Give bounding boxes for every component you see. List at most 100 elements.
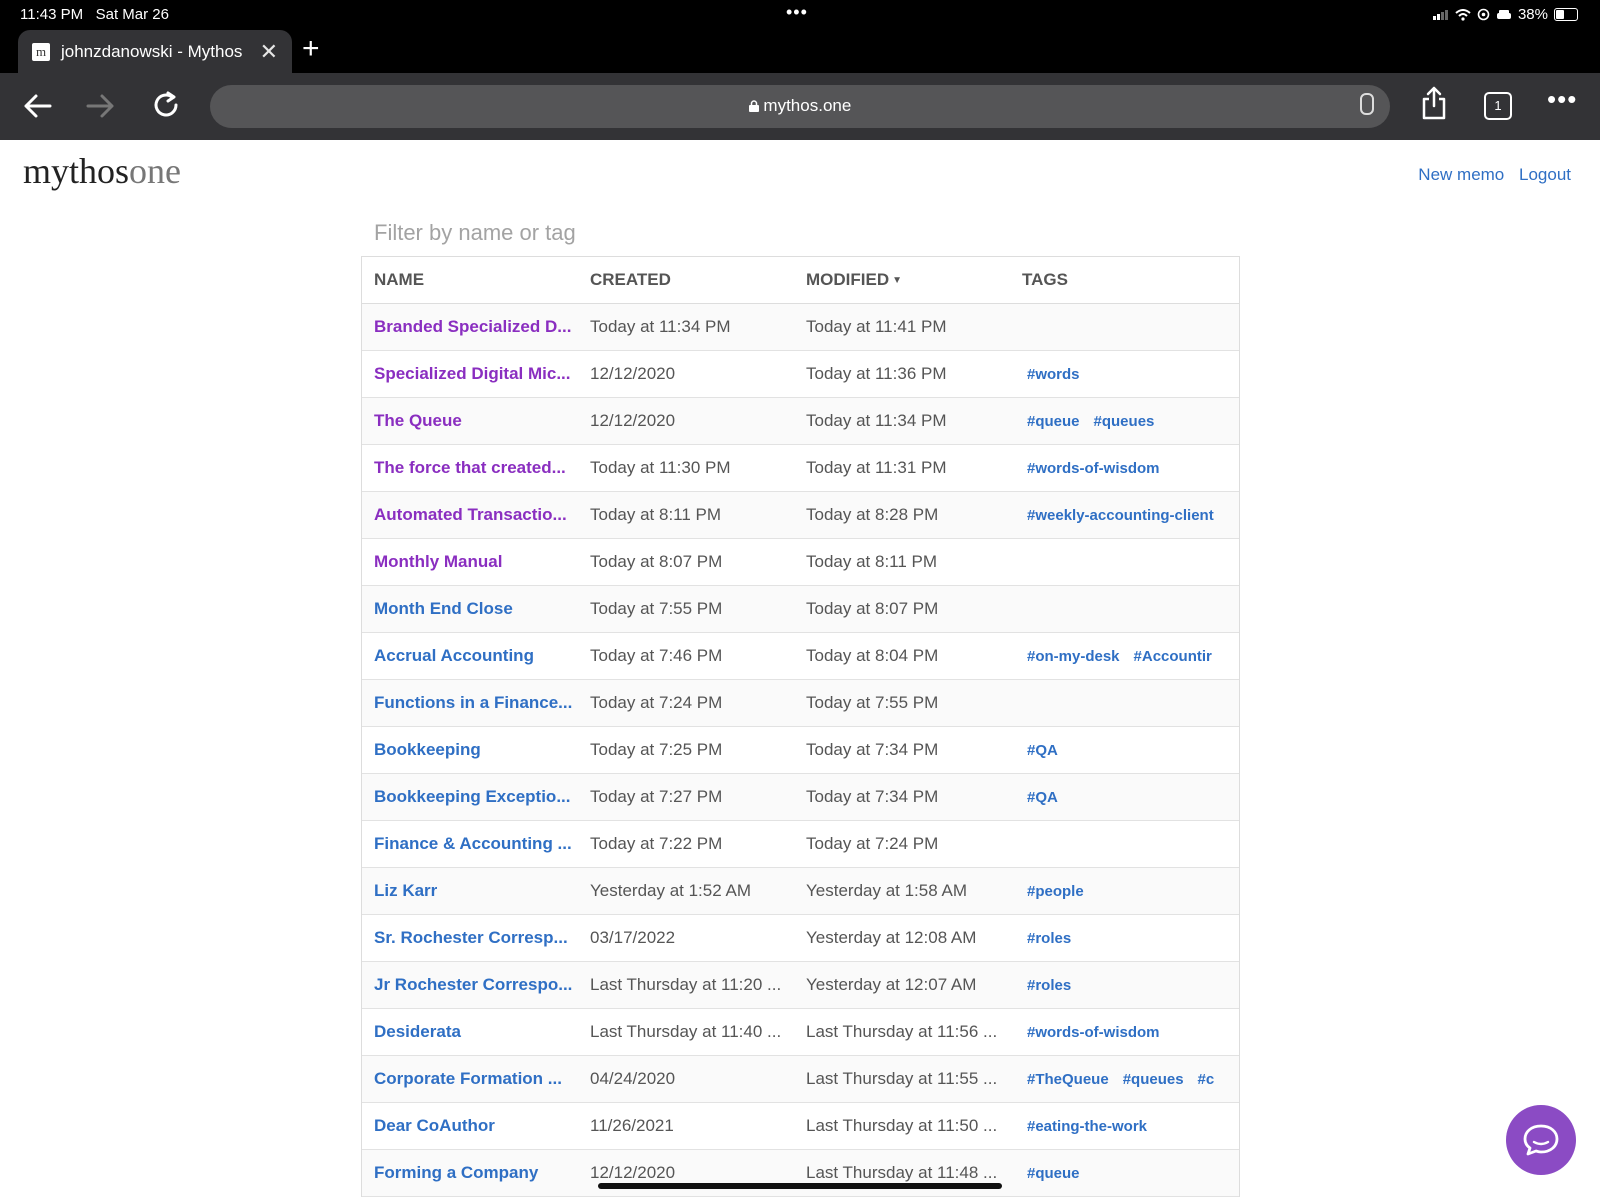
url-display[interactable]: mythos.one: [210, 96, 1390, 116]
cell-name: The Queue: [362, 411, 578, 431]
table-row[interactable]: Branded Specialized D... Today at 11:34 P…: [362, 304, 1239, 351]
chat-button[interactable]: [1506, 1105, 1576, 1175]
memo-name-link[interactable]: Jr Rochester Correspo...: [374, 975, 578, 995]
microphone-icon[interactable]: [1360, 93, 1374, 115]
mythos-logo[interactable]: mythosone: [23, 150, 181, 192]
table-row[interactable]: Month End Close Today at 7:55 PM Today at …: [362, 586, 1239, 633]
table-row[interactable]: Sr. Rochester Corresp... 03/17/2022 Yester…: [362, 915, 1239, 962]
tag-link[interactable]: #queue: [1027, 413, 1080, 430]
table-row[interactable]: Desiderata Last Thursday at 11:40 ... Last…: [362, 1009, 1239, 1056]
memo-name-link[interactable]: Branded Specialized D...: [374, 317, 578, 337]
memo-name-link[interactable]: Forming a Company: [374, 1163, 578, 1183]
tag-link[interactable]: #queues: [1094, 413, 1155, 430]
header-created[interactable]: CREATED: [578, 270, 794, 290]
memo-name-link[interactable]: The Queue: [374, 411, 578, 431]
cell-name: Dear CoAuthor: [362, 1116, 578, 1136]
cell-modified: Last Thursday at 11:50 ...: [806, 1116, 998, 1135]
tag-link[interactable]: #words-of-wisdom: [1027, 1024, 1160, 1041]
location-lock-icon: [1477, 8, 1490, 21]
table-row[interactable]: Jr Rochester Correspo... Last Thursday at…: [362, 962, 1239, 1009]
cell-name: Bookkeeping Exceptio...: [362, 787, 578, 807]
cell-created: 04/24/2020: [590, 1069, 676, 1088]
cell-tags: #people: [1010, 883, 1239, 900]
header-modified[interactable]: MODIFIED ▼: [794, 270, 1010, 290]
cell-name: Corporate Formation ...: [362, 1069, 578, 1089]
tag-link[interactable]: #Accountir: [1134, 648, 1212, 665]
cell-name: Desiderata: [362, 1022, 578, 1042]
cell-modified: Today at 7:34 PM: [806, 740, 939, 759]
tag-link[interactable]: #words: [1027, 366, 1080, 383]
tag-link[interactable]: #roles: [1027, 930, 1071, 947]
tag-link[interactable]: #eating-the-work: [1027, 1118, 1147, 1135]
table-row[interactable]: The Queue 12/12/2020 Today at 11:34 PM #que…: [362, 398, 1239, 445]
memo-name-link[interactable]: Monthly Manual: [374, 552, 578, 572]
table-row[interactable]: Functions in a Finance... Today at 7:24 P…: [362, 680, 1239, 727]
forward-arrow-icon[interactable]: [86, 93, 116, 119]
table-row[interactable]: Forming a Company 12/12/2020 Last Thursday…: [362, 1150, 1239, 1197]
table-row[interactable]: Finance & Accounting ... Today at 7:22 PM…: [362, 821, 1239, 868]
new-tab-icon[interactable]: +: [302, 32, 320, 66]
memo-name-link[interactable]: Corporate Formation ...: [374, 1069, 578, 1089]
cell-name: Sr. Rochester Corresp...: [362, 928, 578, 948]
cell-name: Jr Rochester Correspo...: [362, 975, 578, 995]
tag-link[interactable]: #QA: [1027, 789, 1058, 806]
cell-created: Yesterday at 1:52 AM: [590, 881, 751, 900]
memo-name-link[interactable]: Accrual Accounting: [374, 646, 578, 666]
cell-name: Monthly Manual: [362, 552, 578, 572]
tag-link[interactable]: #TheQueue: [1027, 1071, 1109, 1088]
logout-link[interactable]: Logout: [1519, 165, 1571, 184]
cell-name: Accrual Accounting: [362, 646, 578, 666]
filter-input[interactable]: [374, 220, 874, 246]
tag-link[interactable]: #weekly-accounting-client: [1027, 507, 1214, 524]
back-arrow-icon[interactable]: [22, 93, 52, 119]
memo-name-link[interactable]: The force that created...: [374, 458, 578, 478]
table-row[interactable]: Bookkeeping Exceptio... Today at 7:27 PM T…: [362, 774, 1239, 821]
memo-name-link[interactable]: Functions in a Finance...: [374, 693, 578, 713]
memo-name-link[interactable]: Desiderata: [374, 1022, 578, 1042]
header-name[interactable]: NAME: [362, 270, 578, 290]
table-row[interactable]: Corporate Formation ... 04/24/2020 Last Th…: [362, 1056, 1239, 1103]
tag-link[interactable]: #queues: [1123, 1071, 1184, 1088]
memo-name-link[interactable]: Specialized Digital Mic...: [374, 364, 578, 384]
tag-link[interactable]: #queue: [1027, 1165, 1080, 1182]
table-row[interactable]: Automated Transactio... Today at 8:11 PM T…: [362, 492, 1239, 539]
table-row[interactable]: Accrual Accounting Today at 7:46 PM Today …: [362, 633, 1239, 680]
memo-name-link[interactable]: Finance & Accounting ...: [374, 834, 578, 854]
table-row[interactable]: Dear CoAuthor 11/26/2021 Last Thursday at …: [362, 1103, 1239, 1150]
cell-name: Specialized Digital Mic...: [362, 364, 578, 384]
share-icon[interactable]: [1420, 86, 1448, 120]
tag-link[interactable]: #people: [1027, 883, 1084, 900]
tag-link[interactable]: #c: [1198, 1071, 1215, 1088]
tag-link[interactable]: #words-of-wisdom: [1027, 460, 1160, 477]
tag-link[interactable]: #roles: [1027, 977, 1071, 994]
tag-link[interactable]: #QA: [1027, 742, 1058, 759]
cell-tags: #on-my-desk #Accountir: [1010, 648, 1239, 665]
browser-tab[interactable]: m johnzdanowski - Mythos ✕: [18, 30, 292, 73]
memo-name-link[interactable]: Sr. Rochester Corresp...: [374, 928, 578, 948]
tabs-icon[interactable]: 1: [1484, 92, 1512, 120]
reload-icon[interactable]: [152, 90, 182, 120]
memo-name-link[interactable]: Dear CoAuthor: [374, 1116, 578, 1136]
tag-link[interactable]: #on-my-desk: [1027, 648, 1120, 665]
table-row[interactable]: Specialized Digital Mic... 12/12/2020 Toda…: [362, 351, 1239, 398]
table-row[interactable]: Monthly Manual Today at 8:07 PM Today at 8…: [362, 539, 1239, 586]
cell-created: Last Thursday at 11:40 ...: [590, 1022, 782, 1041]
site-favicon-icon: m: [32, 42, 50, 61]
table-row[interactable]: Bookkeeping Today at 7:25 PM Today at 7:34…: [362, 727, 1239, 774]
cell-created: Today at 11:30 PM: [590, 458, 731, 477]
memo-name-link[interactable]: Bookkeeping Exceptio...: [374, 787, 578, 807]
multitasking-dots-icon[interactable]: •••: [786, 2, 808, 23]
memo-name-link[interactable]: Bookkeeping: [374, 740, 578, 760]
new-memo-link[interactable]: New memo: [1418, 165, 1504, 184]
table-row[interactable]: Liz Karr Yesterday at 1:52 AM Yesterday at…: [362, 868, 1239, 915]
more-icon[interactable]: •••: [1547, 84, 1577, 115]
cell-created: Today at 8:07 PM: [590, 552, 723, 571]
close-tab-icon[interactable]: ✕: [260, 39, 278, 65]
cell-tags: #eating-the-work: [1010, 1118, 1239, 1135]
home-indicator[interactable]: [598, 1183, 1002, 1189]
memo-name-link[interactable]: Liz Karr: [374, 881, 578, 901]
memo-name-link[interactable]: Month End Close: [374, 599, 578, 619]
address-bar[interactable]: mythos.one: [210, 85, 1390, 128]
memo-name-link[interactable]: Automated Transactio...: [374, 505, 578, 525]
table-row[interactable]: The force that created... Today at 11:30 …: [362, 445, 1239, 492]
